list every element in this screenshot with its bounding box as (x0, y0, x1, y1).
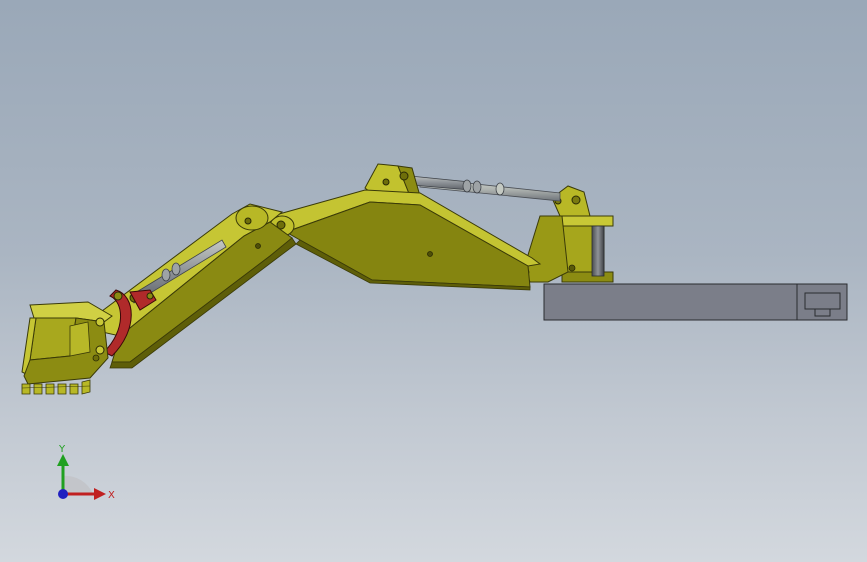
bucket[interactable] (21, 301, 113, 395)
graphics-viewport[interactable]: Y X (0, 0, 867, 562)
base-mount[interactable] (543, 283, 848, 321)
stick-arm[interactable] (97, 203, 297, 369)
y-axis-label: Y (58, 444, 66, 455)
boom-bracket[interactable] (522, 185, 614, 283)
triad-plane (63, 475, 93, 494)
excavator-arm-model[interactable] (0, 0, 867, 562)
x-axis-arrow (94, 488, 106, 500)
z-axis-dot (58, 489, 68, 499)
x-axis-label: X (108, 490, 115, 501)
y-axis-arrow (57, 454, 69, 466)
coordinate-triad: Y X (57, 444, 115, 501)
